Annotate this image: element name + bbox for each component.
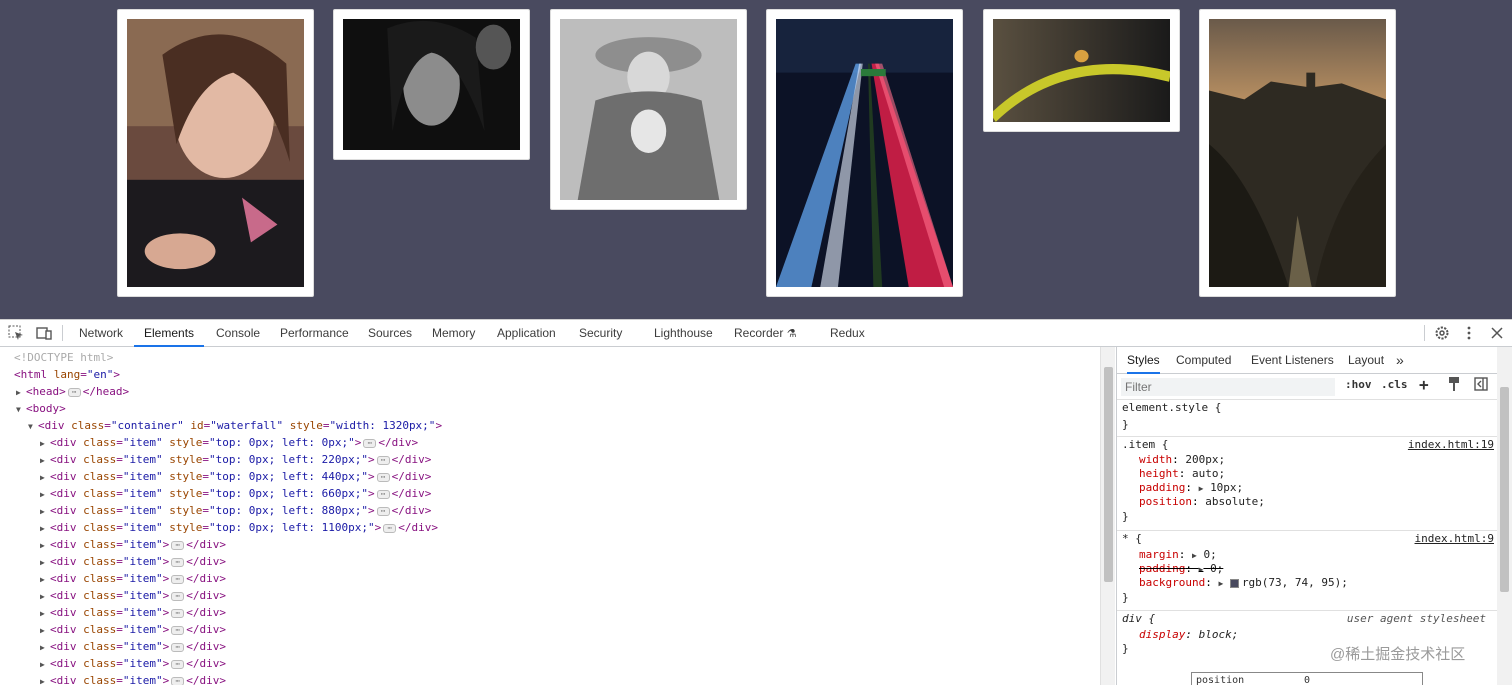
ellipsis-icon[interactable]: ⋯ bbox=[171, 609, 184, 618]
device-toggle-icon[interactable] bbox=[35, 324, 53, 342]
dom-tree[interactable]: <!DOCTYPE html> <html lang="en"> ▶<head>… bbox=[0, 347, 1100, 685]
add-rule-icon[interactable]: + bbox=[1419, 375, 1429, 394]
dom-item-node[interactable]: ▶<div class="item">⋯</div> bbox=[40, 672, 226, 685]
tab-sources[interactable]: Sources bbox=[366, 320, 414, 347]
ellipsis-icon[interactable]: ⋯ bbox=[171, 575, 184, 584]
gear-icon[interactable] bbox=[1433, 324, 1451, 342]
photo-card[interactable] bbox=[1199, 9, 1396, 297]
photo-card[interactable] bbox=[117, 9, 314, 297]
dom-item-node[interactable]: ▶<div class="item">⋯</div> bbox=[40, 655, 226, 672]
source-link[interactable]: index.html:9 bbox=[1415, 532, 1494, 546]
ellipsis-icon[interactable]: ⋯ bbox=[171, 626, 184, 635]
dom-item-node[interactable]: ▶<div class="item">⋯</div> bbox=[40, 621, 226, 638]
photo-frog bbox=[993, 19, 1170, 122]
dom-scrollbar[interactable] bbox=[1100, 347, 1115, 685]
devtools-panel: Network Elements Console Performance Sou… bbox=[0, 319, 1512, 684]
photo-highway bbox=[776, 19, 953, 287]
dom-body[interactable]: ▼<body> bbox=[16, 400, 66, 417]
ellipsis-icon[interactable]: ⋯ bbox=[171, 558, 184, 567]
hov-button[interactable]: :hov bbox=[1345, 378, 1372, 391]
devtools-tabbar: Network Elements Console Performance Sou… bbox=[0, 320, 1512, 347]
styles-filter-input[interactable] bbox=[1121, 378, 1335, 396]
style-rule-universal[interactable]: * { index.html:9 margin: ▶ 0; padding: ▶… bbox=[1117, 532, 1497, 611]
photo-woman-bw bbox=[343, 19, 520, 150]
dom-item-node[interactable]: ▶<div class="item">⋯</div> bbox=[40, 587, 226, 604]
styles-pane: Styles Computed Event Listeners Layout »… bbox=[1116, 347, 1497, 685]
inspect-icon[interactable] bbox=[7, 324, 25, 342]
tab-performance[interactable]: Performance bbox=[278, 320, 351, 347]
tab-security[interactable]: Security bbox=[577, 320, 624, 347]
color-swatch[interactable] bbox=[1230, 579, 1239, 588]
tab-recorder-label: Recorder bbox=[734, 326, 783, 340]
tab-lighthouse[interactable]: Lighthouse bbox=[652, 320, 715, 347]
dom-item-node[interactable]: ▶<div class="item">⋯</div> bbox=[40, 604, 226, 621]
ellipsis-icon[interactable]: ⋯ bbox=[377, 473, 390, 482]
styles-scrollbar[interactable] bbox=[1497, 347, 1512, 685]
sidebar-toggle-icon[interactable] bbox=[1474, 377, 1488, 394]
ellipsis-icon[interactable]: ⋯ bbox=[377, 456, 390, 465]
close-icon[interactable] bbox=[1488, 324, 1506, 342]
dom-item-node[interactable]: ▶<div class="item">⋯</div> bbox=[40, 536, 226, 553]
ellipsis-icon[interactable]: ⋯ bbox=[171, 643, 184, 652]
dom-item-node[interactable]: ▶<div class="item" style="top: 0px; left… bbox=[40, 468, 431, 485]
dom-item-node[interactable]: ▶<div class="item" style="top: 0px; left… bbox=[40, 451, 431, 468]
tab-console[interactable]: Console bbox=[214, 320, 262, 347]
photo-card[interactable] bbox=[333, 9, 530, 160]
ellipsis-icon[interactable]: ⋯ bbox=[377, 490, 390, 499]
tab-styles[interactable]: Styles bbox=[1127, 347, 1160, 374]
dom-head[interactable]: ▶<head>⋯</head> bbox=[16, 383, 129, 400]
photo-card[interactable] bbox=[983, 9, 1180, 132]
dom-item-node[interactable]: ▶<div class="item">⋯</div> bbox=[40, 553, 226, 570]
photo-card[interactable] bbox=[550, 9, 747, 210]
box-model[interactable]: position 0 bbox=[1191, 672, 1423, 685]
style-rule-element[interactable]: element.style { } bbox=[1117, 401, 1497, 437]
tab-application[interactable]: Application bbox=[495, 320, 558, 347]
tab-computed[interactable]: Computed bbox=[1176, 347, 1231, 374]
tab-layout[interactable]: Layout bbox=[1348, 347, 1384, 374]
ellipsis-icon[interactable]: ⋯ bbox=[377, 507, 390, 516]
photo-elder-child bbox=[560, 19, 737, 200]
flask-icon: ⚗ bbox=[787, 328, 797, 340]
tab-recorder[interactable]: Recorder ⚗ bbox=[732, 320, 799, 347]
source-link[interactable]: index.html:19 bbox=[1408, 438, 1494, 452]
tab-event-listeners[interactable]: Event Listeners bbox=[1251, 347, 1334, 374]
ellipsis-icon[interactable]: ⋯ bbox=[363, 439, 376, 448]
tab-redux[interactable]: Redux bbox=[828, 320, 867, 347]
dom-item-node[interactable]: ▶<div class="item" style="top: 0px; left… bbox=[40, 485, 431, 502]
tab-network[interactable]: Network bbox=[77, 320, 125, 347]
paint-brush-icon[interactable] bbox=[1447, 376, 1461, 395]
photo-castle bbox=[1209, 19, 1386, 287]
ellipsis-icon[interactable]: ⋯ bbox=[171, 660, 184, 669]
tab-elements[interactable]: Elements bbox=[134, 320, 204, 347]
dom-item-node[interactable]: ▶<div class="item" style="top: 0px; left… bbox=[40, 434, 418, 451]
ellipsis-icon[interactable]: ⋯ bbox=[171, 592, 184, 601]
photo-card[interactable] bbox=[766, 9, 963, 297]
dom-html[interactable]: <html lang="en"> bbox=[14, 366, 120, 383]
photo-girl bbox=[127, 19, 304, 287]
ellipsis-icon[interactable]: ⋯ bbox=[383, 524, 396, 533]
dom-doctype[interactable]: <!DOCTYPE html> bbox=[14, 349, 113, 366]
cls-button[interactable]: .cls bbox=[1381, 378, 1408, 391]
more-vertical-icon[interactable] bbox=[1460, 324, 1478, 342]
dom-item-node[interactable]: ▶<div class="item" style="top: 0px; left… bbox=[40, 502, 431, 519]
chevron-right-icon[interactable]: » bbox=[1396, 347, 1404, 374]
watermark: @稀土掘金技术社区 bbox=[1330, 643, 1465, 664]
style-rule-item[interactable]: .item { index.html:19 width: 200px; heig… bbox=[1117, 438, 1497, 531]
dom-item-node[interactable]: ▶<div class="item">⋯</div> bbox=[40, 638, 226, 655]
ellipsis-icon[interactable]: ⋯ bbox=[171, 541, 184, 550]
page-viewport bbox=[0, 0, 1512, 319]
tab-memory[interactable]: Memory bbox=[430, 320, 477, 347]
dom-item-node[interactable]: ▶<div class="item">⋯</div> bbox=[40, 570, 226, 587]
dom-item-node[interactable]: ▶<div class="item" style="top: 0px; left… bbox=[40, 519, 438, 536]
dom-container[interactable]: ▼<div class="container" id="waterfall" s… bbox=[28, 417, 442, 434]
